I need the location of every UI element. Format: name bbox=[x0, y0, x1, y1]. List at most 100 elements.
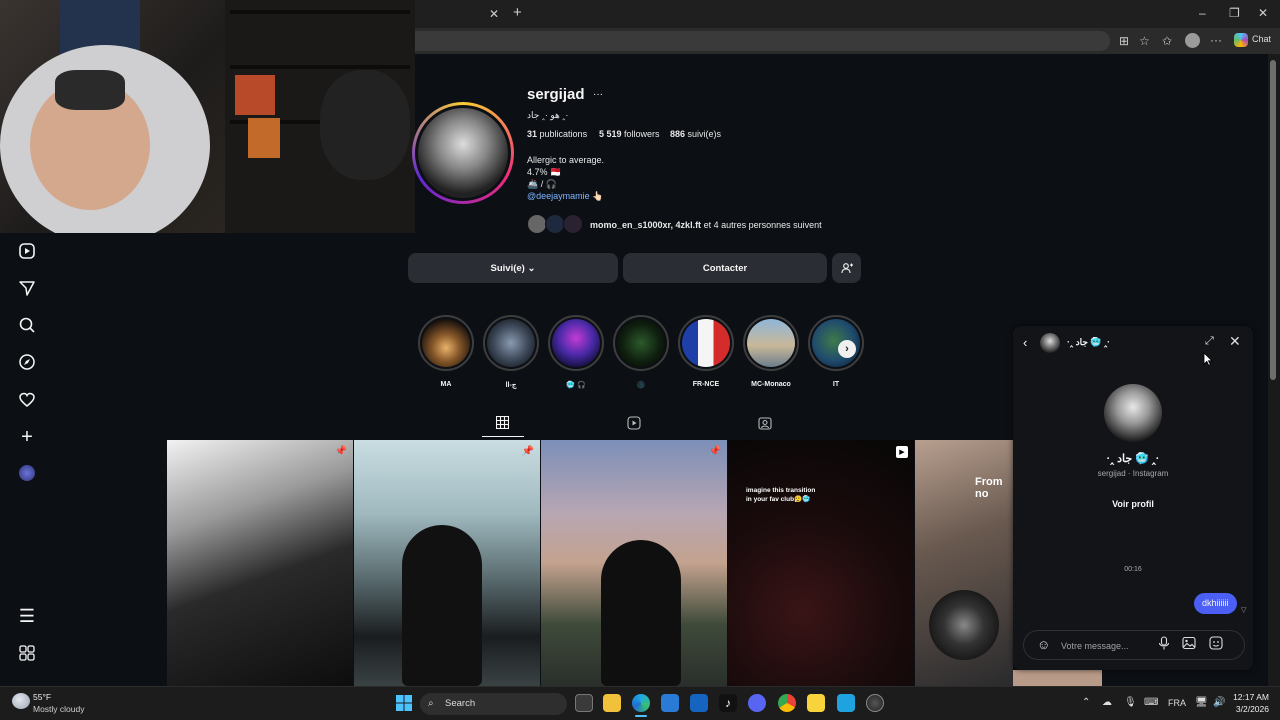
post-5[interactable]: From no bbox=[915, 440, 1013, 686]
webcam-overlay bbox=[0, 0, 415, 233]
onedrive-icon[interactable]: ☁ bbox=[1102, 697, 1112, 708]
file-explorer-icon[interactable] bbox=[603, 694, 621, 712]
close-tab-icon[interactable]: ✕ bbox=[489, 6, 499, 22]
maximize-icon[interactable]: ❐ bbox=[1229, 5, 1240, 21]
pinned-icon: 📌 bbox=[708, 446, 721, 457]
menu-hamburger-icon[interactable]: ☰ bbox=[15, 604, 39, 628]
close-chat-icon[interactable]: ✕ bbox=[1229, 333, 1241, 350]
taskbar-search-box[interactable] bbox=[420, 693, 567, 715]
scrollbar-thumb[interactable] bbox=[1270, 60, 1276, 380]
weather-temp[interactable]: 55°F bbox=[33, 692, 51, 702]
profile-avatar-icon[interactable] bbox=[19, 465, 35, 481]
mutual-avatars[interactable] bbox=[527, 214, 585, 234]
highlight-label: 🌑 bbox=[636, 382, 646, 389]
profile-avatar-icon[interactable] bbox=[1185, 33, 1200, 48]
highlight-label: IT bbox=[832, 381, 840, 388]
pinned-icon: 📌 bbox=[521, 446, 534, 457]
tiktok-icon[interactable]: ♪ bbox=[719, 694, 737, 712]
highlight-label: 🥶 🎧 bbox=[566, 382, 586, 389]
app-icon[interactable] bbox=[866, 694, 884, 712]
messages-icon[interactable] bbox=[15, 276, 39, 300]
post-4[interactable]: ▶ imagine this transition in your fav cl… bbox=[728, 440, 914, 686]
favorites-icon[interactable]: ✩ bbox=[1162, 33, 1172, 49]
bio-line-3: 🚢 / 🎧 bbox=[527, 179, 557, 189]
keyboard-icon[interactable]: ⌨ bbox=[1144, 697, 1158, 708]
highlight-monaco[interactable]: MC-Monaco bbox=[743, 315, 799, 388]
back-arrow-icon[interactable]: ‹ bbox=[1023, 335, 1027, 350]
split-screen-icon[interactable]: ⊞ bbox=[1119, 33, 1129, 49]
microphone-icon[interactable] bbox=[1158, 636, 1170, 655]
view-profile-button[interactable]: Voir profil bbox=[1103, 496, 1163, 512]
reel-icon: ▶ bbox=[896, 446, 908, 458]
following-button[interactable]: Suivi(e) ⌄ bbox=[408, 253, 618, 283]
highlights-next-icon[interactable]: › bbox=[838, 340, 856, 358]
taskbar-search-icon: ⌕ bbox=[428, 698, 434, 709]
taskbar-search-label[interactable]: Search bbox=[445, 698, 475, 709]
new-tab-icon[interactable]: + bbox=[513, 5, 522, 21]
highlight-ll[interactable]: ll-ج bbox=[483, 315, 539, 389]
profile-picture[interactable] bbox=[412, 102, 514, 204]
store-icon[interactable] bbox=[661, 694, 679, 712]
highlight-ma[interactable]: MA bbox=[418, 315, 474, 388]
highlight-fr-nce[interactable]: FR-NCE bbox=[678, 315, 734, 388]
chat-label[interactable]: Chat bbox=[1252, 34, 1271, 44]
more-options-icon[interactable]: ··· bbox=[593, 89, 603, 100]
create-plus-icon[interactable]: + bbox=[15, 425, 39, 449]
notifications-heart-icon[interactable] bbox=[15, 388, 39, 412]
mouse-cursor-icon bbox=[1203, 352, 1213, 371]
weather-desc[interactable]: Mostly cloudy bbox=[33, 704, 85, 714]
search-icon[interactable] bbox=[15, 313, 39, 337]
bio-link[interactable]: @deejaymamie 👆🏻 bbox=[527, 191, 603, 202]
chat-profile-name: ·‸ جاد 🥶 ‸· bbox=[1106, 453, 1160, 465]
mutual-followers[interactable]: momo_en_s1000xr, 4zkl.ft et 4 autres per… bbox=[590, 220, 822, 230]
chat-profile-avatar[interactable] bbox=[1104, 384, 1162, 442]
post-2[interactable]: 📌 bbox=[354, 440, 540, 686]
contact-button[interactable]: Contacter bbox=[623, 253, 827, 283]
close-window-icon[interactable]: ✕ bbox=[1258, 5, 1268, 21]
suggested-users-button[interactable] bbox=[832, 253, 861, 283]
sticker-icon[interactable] bbox=[1209, 636, 1223, 655]
chrome-icon[interactable] bbox=[778, 694, 796, 712]
reels-icon[interactable] bbox=[15, 239, 39, 263]
windows-start-icon[interactable] bbox=[396, 695, 412, 716]
favorite-star-icon[interactable]: ☆ bbox=[1139, 33, 1150, 49]
facebook-app-icon[interactable] bbox=[837, 694, 855, 712]
tab-reels-icon[interactable] bbox=[627, 416, 641, 433]
microphone-tray-icon[interactable]: 🎙 bbox=[1124, 697, 1137, 708]
network-icon[interactable]: 🖥 bbox=[1195, 697, 1208, 708]
volume-icon[interactable]: 🔊 bbox=[1213, 697, 1225, 708]
following-stat[interactable]: 886 suivi(e)s bbox=[670, 129, 721, 139]
apps-grid-icon[interactable] bbox=[15, 641, 39, 665]
clock-time[interactable]: 12:17 AM bbox=[1233, 692, 1269, 702]
tab-posts-grid-icon[interactable] bbox=[495, 415, 510, 432]
edge-browser-icon[interactable] bbox=[632, 694, 650, 712]
chat-header-avatar[interactable] bbox=[1040, 333, 1060, 353]
expand-icon[interactable]: ⤢ bbox=[1205, 335, 1214, 348]
explore-icon[interactable] bbox=[15, 350, 39, 374]
image-upload-icon[interactable] bbox=[1182, 636, 1196, 655]
sticky-notes-icon[interactable] bbox=[807, 694, 825, 712]
bio-line-2: 4.7% 🇲🇨 bbox=[527, 167, 562, 177]
tray-expand-icon[interactable]: ⌃ bbox=[1082, 697, 1090, 708]
discord-icon[interactable] bbox=[748, 694, 766, 712]
post-3[interactable]: 📌 bbox=[541, 440, 727, 686]
chat-message-bubble[interactable]: dkhiiiiii bbox=[1194, 593, 1237, 614]
emoji-icon[interactable]: ☺ bbox=[1037, 637, 1050, 652]
active-app-indicator bbox=[635, 715, 647, 717]
clock-date[interactable]: 3/2/2026 bbox=[1233, 704, 1269, 714]
copilot-icon[interactable] bbox=[1234, 33, 1248, 47]
following-label: suivi(e)s bbox=[687, 129, 722, 139]
highlight-dj[interactable]: 🥶 🎧 bbox=[548, 315, 604, 389]
message-input-placeholder[interactable]: Votre message... bbox=[1061, 641, 1129, 651]
weather-cloud-icon[interactable] bbox=[12, 693, 30, 709]
minimize-icon[interactable]: – bbox=[1199, 5, 1206, 21]
tab-tagged-icon[interactable] bbox=[758, 416, 772, 433]
task-view-icon[interactable] bbox=[575, 694, 593, 712]
language-indicator[interactable]: FRA bbox=[1168, 698, 1186, 708]
outlook-icon[interactable] bbox=[690, 694, 708, 712]
chat-header-name[interactable]: ·‸ جاد 🥶 ‸· bbox=[1067, 337, 1110, 348]
more-menu-icon[interactable]: ··· bbox=[1210, 32, 1222, 48]
followers-stat[interactable]: 5 519 followers bbox=[599, 129, 660, 139]
highlight-moon[interactable]: 🌑 bbox=[613, 315, 669, 389]
post-1[interactable]: 📌 bbox=[167, 440, 353, 686]
